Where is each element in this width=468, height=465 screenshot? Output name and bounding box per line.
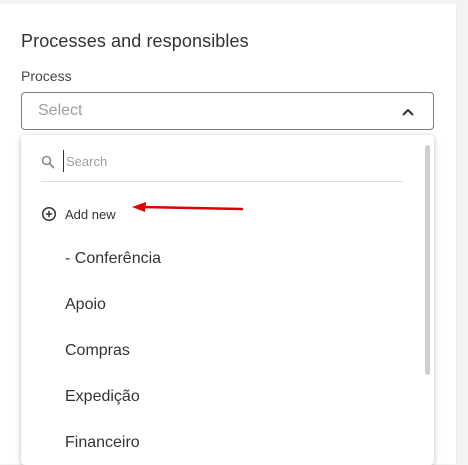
option-expedicao[interactable]: Expedição bbox=[65, 388, 140, 406]
chevron-up-icon[interactable] bbox=[401, 105, 415, 119]
option-apoio[interactable]: Apoio bbox=[65, 296, 106, 314]
section-title: Processes and responsibles bbox=[21, 31, 249, 51]
search-icon bbox=[41, 155, 55, 169]
dropdown-search bbox=[41, 143, 403, 182]
processes-panel: Processes and responsibles Process Selec… bbox=[0, 4, 457, 465]
option-financeiro[interactable]: Financeiro bbox=[65, 434, 140, 452]
process-label: Process bbox=[21, 68, 72, 84]
option-conferencia[interactable]: - Conferência bbox=[65, 250, 161, 268]
plus-circle-icon bbox=[41, 206, 57, 222]
process-dropdown: Add new - Conferência Apoio Compras Expe… bbox=[21, 135, 434, 465]
process-select[interactable]: Select bbox=[21, 92, 434, 130]
annotation-arrow bbox=[132, 202, 244, 212]
add-new-button[interactable]: Add new bbox=[41, 203, 116, 225]
dropdown-scrollbar[interactable] bbox=[425, 145, 430, 375]
option-compras[interactable]: Compras bbox=[65, 342, 130, 360]
select-placeholder: Select bbox=[38, 102, 83, 119]
search-input[interactable] bbox=[63, 150, 366, 172]
add-new-label: Add new bbox=[65, 206, 116, 222]
